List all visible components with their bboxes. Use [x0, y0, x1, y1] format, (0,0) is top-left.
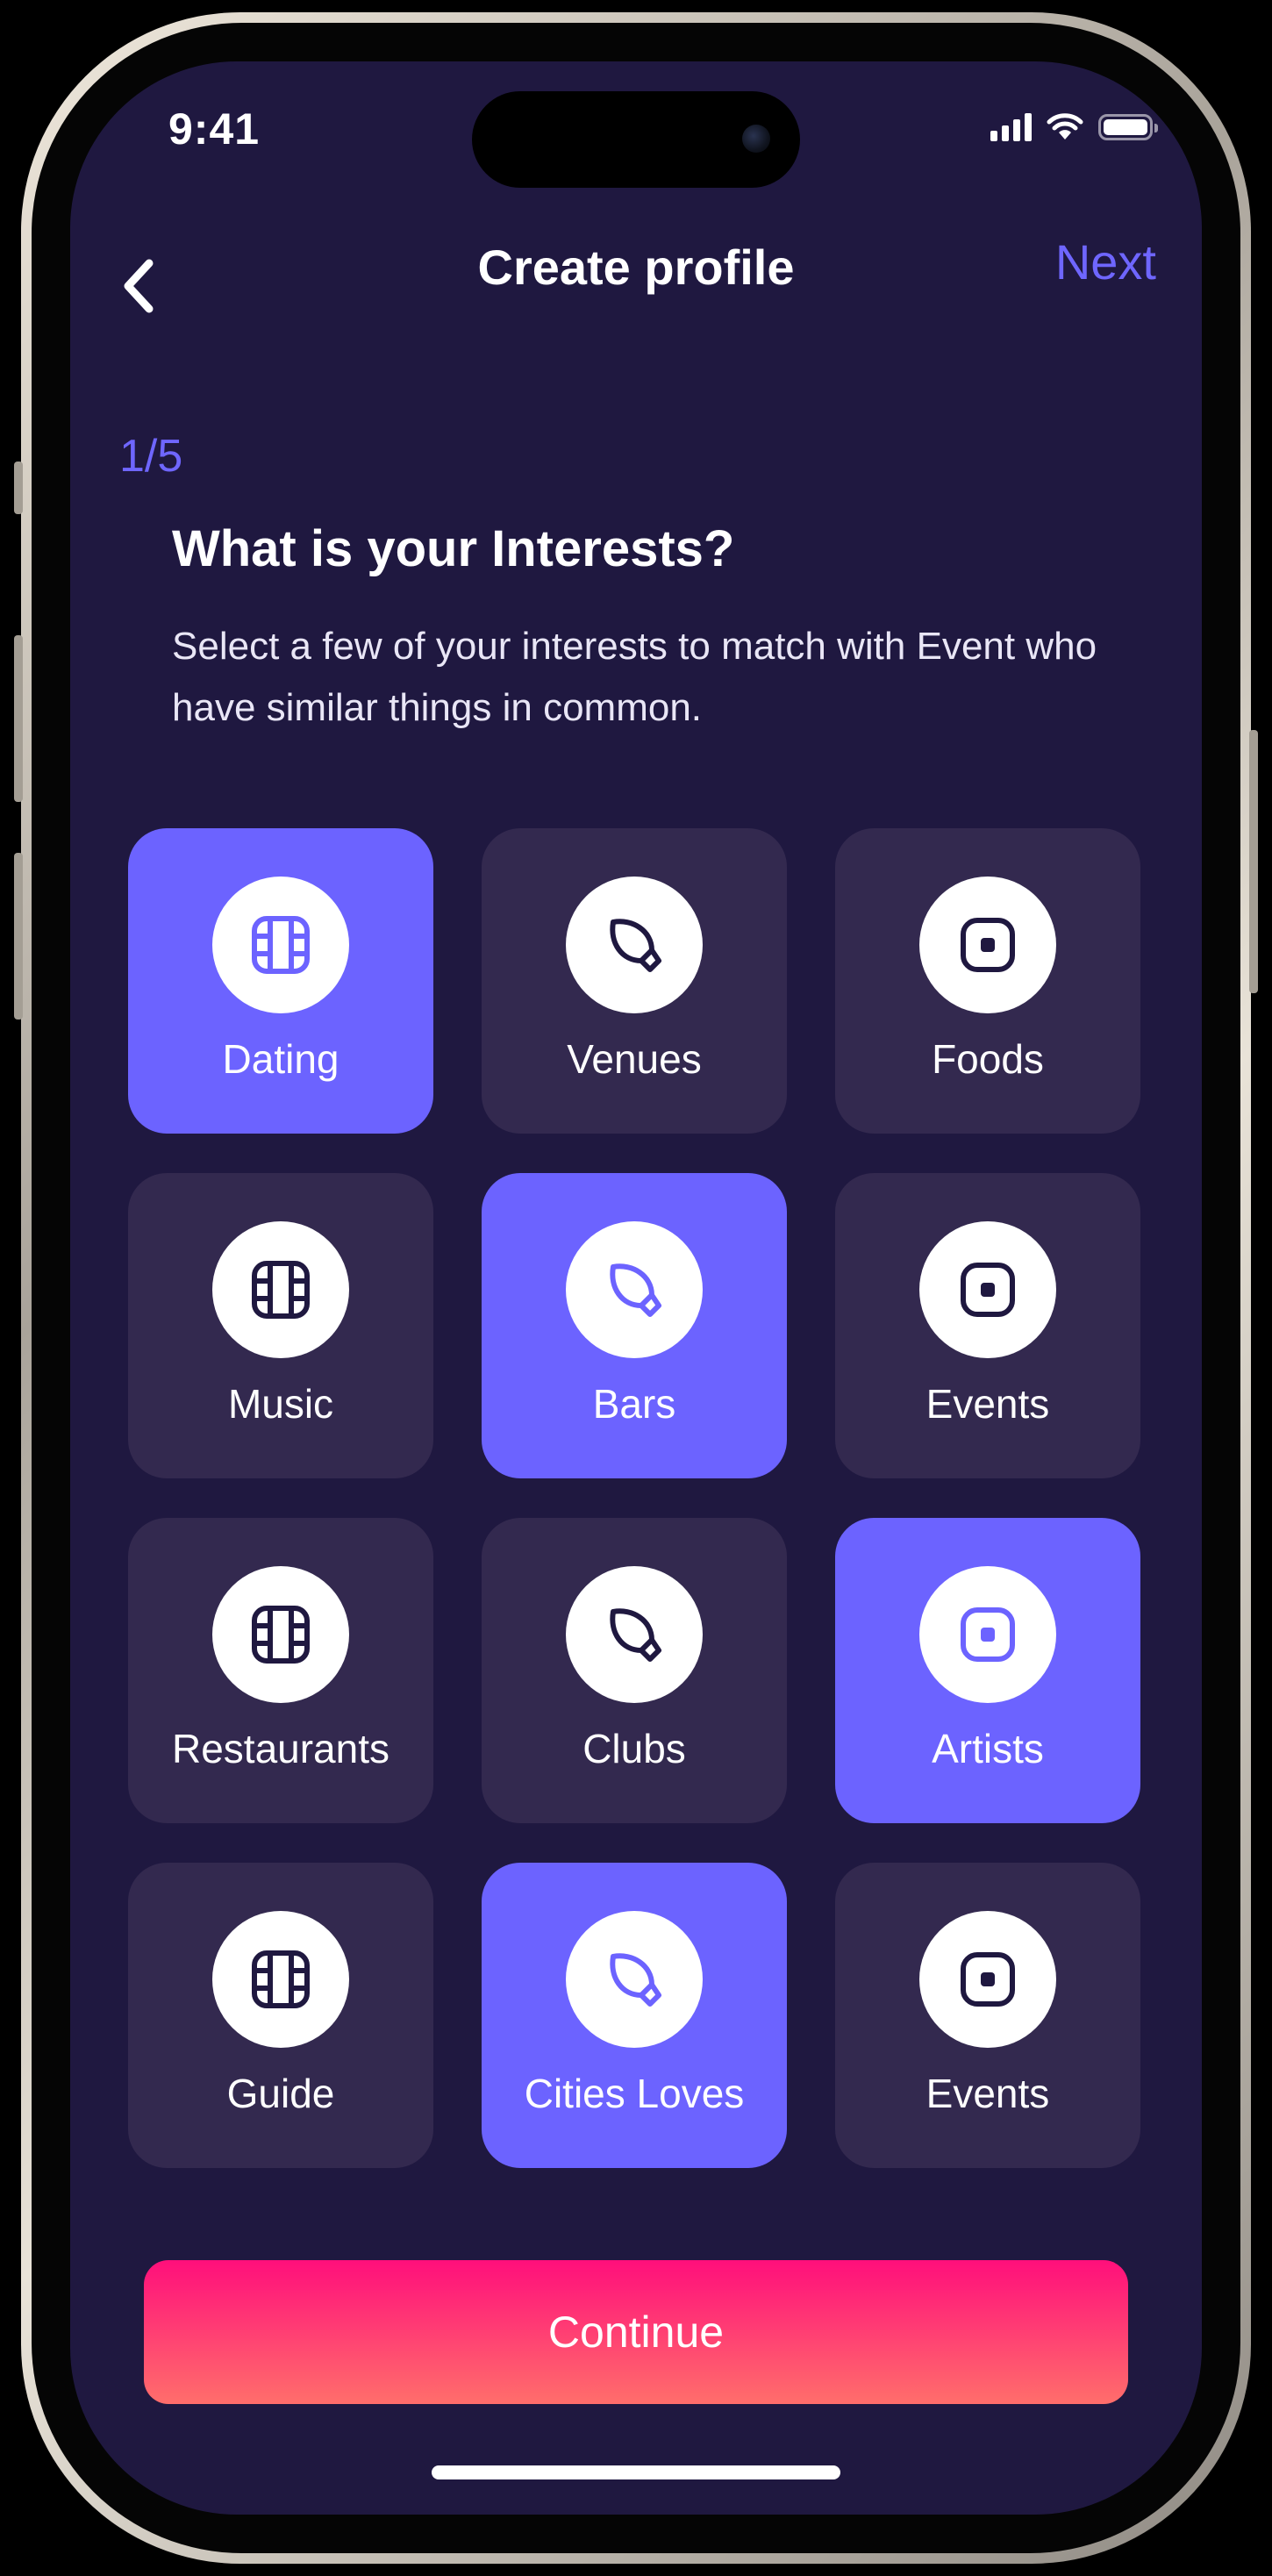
- continue-button[interactable]: Continue: [144, 2260, 1128, 2404]
- question-heading: What is your Interests?: [172, 520, 735, 577]
- interest-grid: Dating Venues Foods Music Bars Events Restaura…: [128, 828, 1140, 2168]
- interest-tile-cities-loves[interactable]: Cities Loves: [482, 1863, 787, 2168]
- wifi-icon: [1047, 113, 1083, 140]
- interest-label: Bars: [592, 1381, 676, 1427]
- interest-tile-venues[interactable]: Venues: [482, 828, 787, 1134]
- volume-up-button: [14, 635, 23, 802]
- screen: 9:41 Create profile Next 1/5 What is you…: [70, 61, 1202, 2515]
- interest-label: Dating: [222, 1036, 339, 1082]
- film-icon: [212, 1911, 349, 2048]
- interest-label: Foods: [932, 1036, 1044, 1082]
- leaf-icon: [566, 1911, 703, 2048]
- interest-tile-foods[interactable]: Foods: [835, 828, 1140, 1134]
- status-icons: [990, 112, 1158, 142]
- camera-icon: [742, 125, 770, 153]
- interest-label: Artists: [932, 1726, 1044, 1771]
- status-time: 9:41: [168, 104, 261, 154]
- leaf-icon: [566, 877, 703, 1013]
- interest-label: Restaurants: [171, 1726, 389, 1771]
- interest-tile-events[interactable]: Events: [835, 1863, 1140, 2168]
- power-button: [1249, 730, 1258, 993]
- film-icon: [212, 1566, 349, 1703]
- interest-label: Clubs: [582, 1726, 686, 1771]
- battery-icon: [1098, 114, 1158, 140]
- dynamic-island: [472, 91, 800, 188]
- interest-label: Venues: [567, 1036, 702, 1082]
- interest-tile-artists[interactable]: Artists: [835, 1518, 1140, 1823]
- square-dot-icon: [919, 1911, 1056, 2048]
- square-dot-icon: [919, 877, 1056, 1013]
- signal-icon: [990, 113, 1032, 141]
- interest-tile-events[interactable]: Events: [835, 1173, 1140, 1478]
- question-description: Select a few of your interests to match …: [172, 625, 1097, 729]
- interest-tile-clubs[interactable]: Clubs: [482, 1518, 787, 1823]
- interest-label: Cities Loves: [524, 2071, 745, 2116]
- interest-tile-restaurants[interactable]: Restaurants: [128, 1518, 433, 1823]
- leaf-icon: [566, 1566, 703, 1703]
- square-dot-icon: [919, 1566, 1056, 1703]
- step-indicator: 1/5: [119, 431, 183, 482]
- interest-tile-guide[interactable]: Guide: [128, 1863, 433, 2168]
- interest-label: Events: [925, 1381, 1050, 1427]
- leaf-icon: [566, 1221, 703, 1358]
- film-icon: [212, 877, 349, 1013]
- next-button[interactable]: Next: [1055, 233, 1156, 290]
- interest-label: Events: [925, 2071, 1050, 2116]
- home-indicator: [432, 2465, 840, 2479]
- interest-tile-bars[interactable]: Bars: [482, 1173, 787, 1478]
- film-icon: [212, 1221, 349, 1358]
- volume-down-button: [14, 853, 23, 1020]
- interest-label: Music: [227, 1381, 334, 1427]
- interest-tile-music[interactable]: Music: [128, 1173, 433, 1478]
- page-title: Create profile: [477, 240, 795, 295]
- interest-label: Guide: [226, 2071, 335, 2116]
- square-dot-icon: [919, 1221, 1056, 1358]
- interest-tile-dating[interactable]: Dating: [128, 828, 433, 1134]
- action-button: [14, 462, 23, 514]
